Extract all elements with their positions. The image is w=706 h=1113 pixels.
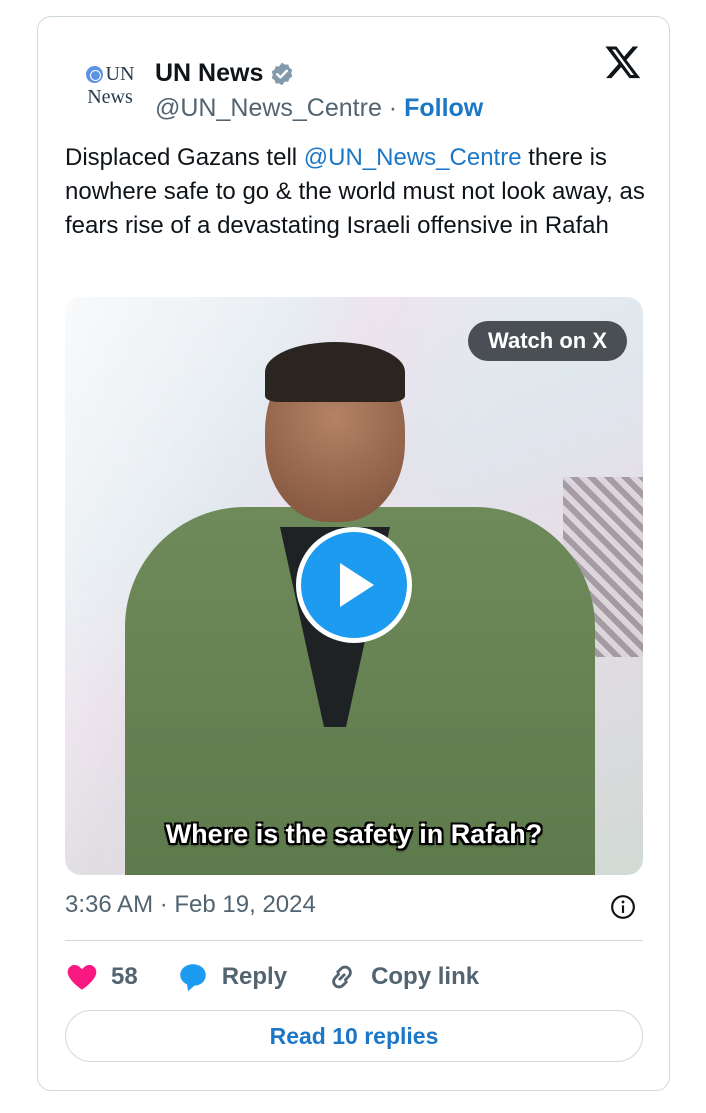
like-button[interactable]: 58 — [65, 960, 138, 994]
info-icon[interactable] — [610, 894, 636, 920]
heart-icon — [67, 964, 97, 990]
reply-bubble-icon — [179, 964, 206, 992]
tweet-card: UN News UN News @UN_News_Centre · Follow… — [37, 16, 670, 1091]
video-person-hair — [265, 342, 405, 402]
x-logo-icon[interactable] — [604, 43, 642, 81]
copy-link-label: Copy link — [371, 963, 480, 990]
avatar-text-un: UN — [105, 63, 135, 85]
reply-label: Reply — [221, 963, 288, 990]
timestamp[interactable]: 3:36 AM · Feb 19, 2024 — [65, 891, 316, 919]
divider — [65, 940, 643, 941]
tweet-text-part1: Displaced Gazans tell — [65, 144, 304, 171]
tweet-text: Displaced Gazans tell @UN_News_Centre th… — [65, 141, 655, 243]
like-count: 58 — [111, 963, 138, 990]
mention-link[interactable]: @UN_News_Centre — [304, 144, 522, 171]
avatar-text-news: News — [87, 86, 133, 108]
handle-separator: · — [388, 94, 398, 122]
play-icon — [340, 563, 374, 607]
link-icon — [332, 965, 352, 989]
display-name[interactable]: UN News — [155, 59, 263, 88]
action-bar: 58 Reply Copy link — [65, 957, 517, 997]
watch-on-x-button[interactable]: Watch on X — [468, 321, 627, 361]
author-block: UN News @UN_News_Centre · Follow — [155, 59, 483, 123]
un-logo-icon — [85, 65, 103, 83]
read-replies-button[interactable]: Read 10 replies — [65, 1010, 643, 1062]
play-button[interactable] — [296, 527, 412, 643]
avatar[interactable]: UN News — [78, 54, 142, 118]
copy-link-button[interactable]: Copy link — [325, 960, 479, 994]
handle[interactable]: @UN_News_Centre — [155, 94, 382, 122]
reply-button[interactable]: Reply — [176, 960, 287, 994]
video-player[interactable]: Watch on X Where is the safety in Rafah? — [65, 297, 643, 875]
verified-badge-icon — [272, 62, 293, 85]
video-caption: Where is the safety in Rafah? — [165, 819, 543, 849]
follow-button[interactable]: Follow — [404, 94, 483, 122]
